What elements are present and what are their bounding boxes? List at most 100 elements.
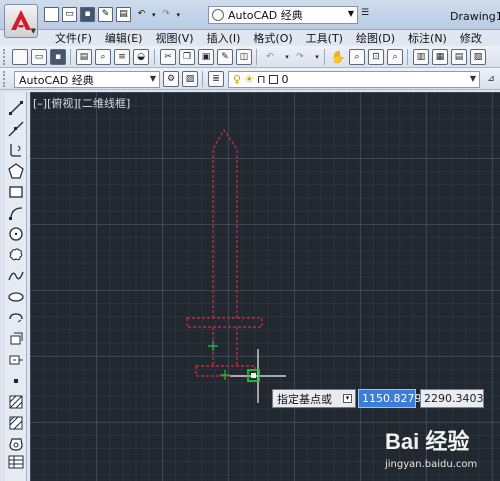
plot-icon[interactable]: ▤ [76,49,92,65]
polygon-icon[interactable] [8,163,24,179]
new-file-icon[interactable] [44,7,59,22]
properties-icon[interactable]: ▥ [413,49,429,65]
zoom-window-icon[interactable]: ⊡ [368,49,384,65]
layer-properties-icon[interactable]: ≣ [208,71,224,87]
layer-name: 0 [281,73,289,86]
toolbar-separator [407,49,408,65]
sword-guard-outline [186,317,263,328]
drawing-canvas[interactable]: [–][俯视][二维线框] 指定基点或 ▾ 1150.8279 2290.340… [30,92,500,481]
spline-icon[interactable] [8,268,24,284]
autocad-logo-icon [11,10,31,30]
print-icon[interactable]: ▤ [116,7,131,22]
redo-dropdown-icon[interactable]: ▾ [177,11,181,19]
revision-cloud-icon[interactable] [8,247,24,263]
ellipse-icon[interactable] [8,289,24,305]
prompt-label: 指定基点或 [277,392,332,406]
make-block-icon[interactable] [8,352,24,368]
chevron-down-icon: ▼ [347,9,354,18]
options-arrow-icon[interactable]: ▾ [343,394,352,403]
workspaces-dropdown[interactable]: AutoCAD 经典 ▼ [14,71,160,88]
workspace-settings-icon[interactable]: ⚙ [163,71,179,87]
sheet-set-icon[interactable]: ▧ [470,49,486,65]
undo-dropdown-icon[interactable]: ▾ [152,11,156,19]
menu-tools[interactable]: 工具(T) [301,30,351,46]
menu-edit[interactable]: 编辑(E) [100,30,151,46]
circle-icon[interactable] [8,226,24,242]
toolbar-grip[interactable] [3,71,7,87]
polyline-icon[interactable] [8,142,24,158]
toolbar-separator [70,49,71,65]
hatch-icon[interactable] [8,394,24,410]
region-icon[interactable] [8,436,24,452]
open-icon[interactable]: ▭ [31,49,47,65]
standard-toolbar: ▭ ▪ ▤ ⌕ ≡ ◒ ✂ ❐ ▣ ✎ ◫ ↶ ▾ ↷ ▾ ✋ ⌕ ⊡ ⌕ ▥ … [0,46,500,68]
customize-toolbar-icon[interactable]: ☰ [361,8,369,18]
base-point-marker [208,341,218,351]
workspace-label: AutoCAD 经典 [228,9,303,22]
point-icon[interactable] [8,373,24,389]
menu-dimension[interactable]: 标注(N) [403,30,455,46]
layer-color-swatch [268,75,278,84]
paste-icon[interactable]: ▣ [198,49,214,65]
publish-icon[interactable]: ≡ [114,49,130,65]
menu-modify[interactable]: 修改 [455,30,490,46]
design-center-icon[interactable]: ▦ [432,49,448,65]
watermark-url: jingyan.baidu.com [385,459,478,470]
toolbar-grip[interactable] [3,49,7,65]
undo-icon[interactable]: ↶ [262,49,278,65]
toolbar-separator [154,49,155,65]
layer-dropdown[interactable]: ♀ ☀ ⊓ 0 ▼ [228,71,480,88]
drawing-svg [186,128,286,403]
base-point-marker [220,370,230,380]
undo-icon[interactable]: ↶ [134,7,149,22]
menu-view[interactable]: 视图(V) [150,30,201,46]
save-as-icon[interactable]: ✎ [98,7,113,22]
lightbulb-icon: ♀ [233,73,242,86]
tool-palettes-icon[interactable]: ▤ [451,49,467,65]
toolbar-separator [324,49,325,65]
rectangle-icon[interactable] [8,184,24,200]
gear-icon [212,9,224,21]
zoom-realtime-icon[interactable]: ⌕ [349,49,365,65]
application-menu-button[interactable]: ▼ [4,4,38,38]
menu-file[interactable]: 文件(F) [50,30,100,46]
table-icon[interactable] [8,454,24,470]
cut-icon[interactable]: ✂ [160,49,176,65]
plot-preview-icon[interactable]: ⌕ [95,49,111,65]
menu-insert[interactable]: 插入(I) [202,30,249,46]
copy-icon[interactable]: ❐ [179,49,195,65]
ellipse-arc-icon[interactable] [8,310,24,326]
save-icon[interactable]: ▪ [50,49,66,65]
redo-dropdown-icon[interactable]: ▾ [309,49,325,65]
save-icon[interactable]: ▪ [80,7,95,22]
workspace-switcher[interactable]: AutoCAD 经典 ▼ [208,6,358,24]
chevron-down-icon: ▼ [149,74,156,83]
match-properties-icon[interactable]: ✎ [217,49,233,65]
3d-dwf-icon[interactable]: ◒ [133,49,149,65]
toolbar-separator [256,49,257,65]
make-current-layer-icon[interactable]: ⊿ [483,71,499,87]
arc-icon[interactable] [8,205,24,221]
layer-lock-icon: ⊓ [256,73,266,86]
redo-icon[interactable]: ↷ [159,7,174,22]
redo-icon[interactable]: ↷ [292,49,308,65]
chevron-down-icon: ▼ [469,74,476,83]
zoom-previous-icon[interactable]: ⌕ [387,49,403,65]
baidu-watermark: Bai 经验 jingyan.baidu.com [385,424,495,476]
open-folder-icon[interactable]: ▭ [62,7,77,22]
block-editor-icon[interactable]: ◫ [236,49,252,65]
line-icon[interactable] [8,100,24,116]
coordinate-x-input[interactable]: 1150.8279 [358,389,422,408]
menu-format[interactable]: 格式(O) [248,30,300,46]
gradient-icon[interactable] [8,415,24,431]
document-title: Drawing1. [450,10,500,23]
pan-hand-icon[interactable]: ✋ [330,49,346,65]
new-icon[interactable] [12,49,28,65]
construction-line-icon[interactable] [8,121,24,137]
title-bar: ▼ ▭ ▪ ✎ ▤ ↶ ▾ ↷ ▾ AutoCAD 经典 ▼ ☰ Drawing… [0,0,500,38]
insert-block-icon[interactable] [8,331,24,347]
coordinate-y-input[interactable]: 2290.3403 [420,389,484,408]
menu-draw[interactable]: 绘图(D) [351,30,403,46]
my-workspace-icon[interactable]: ▨ [182,71,198,87]
workspace-layer-toolbar: AutoCAD 经典 ▼ ⚙ ▨ ≣ ♀ ☀ ⊓ 0 ▼ ⊿ [0,68,500,90]
